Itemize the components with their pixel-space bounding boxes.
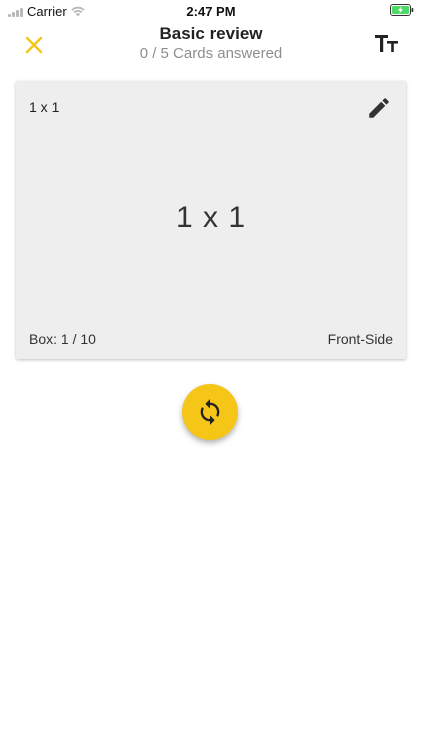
- flip-card-button[interactable]: [182, 384, 238, 440]
- battery-charging-icon: [390, 4, 414, 16]
- status-time: 2:47 PM: [186, 4, 236, 19]
- card-corner-question: 1 x 1: [29, 99, 60, 115]
- status-bar: Carrier 2:47 PM: [0, 0, 422, 22]
- progress-subtitle: 0 / 5 Cards answered: [139, 45, 283, 62]
- flash-card[interactable]: 1 x 1 1 x 1 Box: 1 / 10 Front-Side: [16, 81, 406, 359]
- close-icon[interactable]: [22, 33, 46, 57]
- nav-bar: Basic review 0 / 5 Cards answered: [0, 22, 422, 68]
- sync-icon: [200, 399, 220, 425]
- side-label: Front-Side: [327, 331, 393, 347]
- pencil-icon[interactable]: [366, 95, 392, 121]
- text-size-icon[interactable]: [374, 32, 400, 56]
- page-title: Basic review: [159, 24, 263, 43]
- card-question: 1 x 1: [175, 201, 247, 234]
- box-label: Box: 1 / 10: [29, 331, 96, 347]
- nav-titles: Basic review 0 / 5 Cards answered: [70, 24, 352, 64]
